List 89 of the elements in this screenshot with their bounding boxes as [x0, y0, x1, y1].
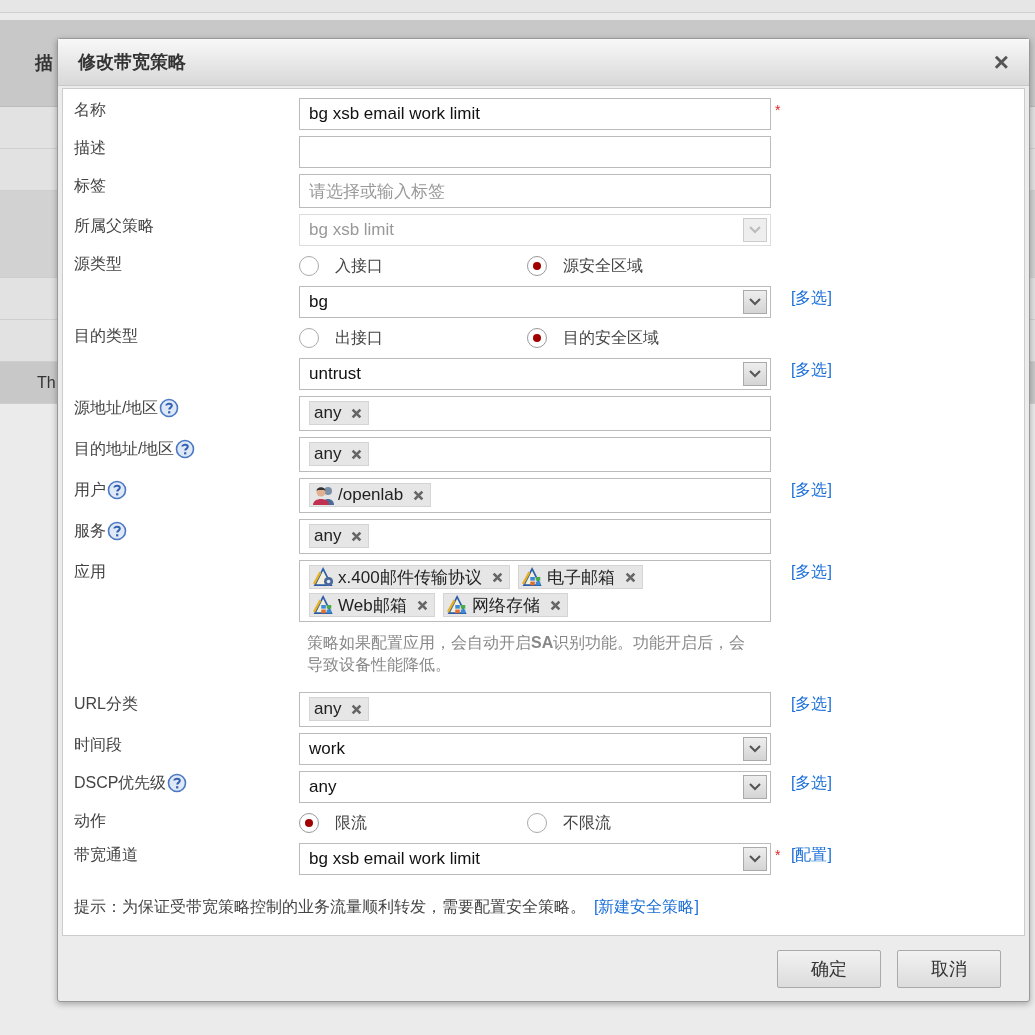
- field-label: DSCP优先级: [74, 773, 167, 793]
- text-input[interactable]: [299, 136, 771, 168]
- help-icon[interactable]: [107, 521, 127, 541]
- radio-button[interactable]: [299, 328, 319, 348]
- hint-text: 提示：为保证受带宽策略控制的业务流量顺利转发，需要配置安全策略。: [74, 897, 586, 917]
- remove-icon[interactable]: [624, 571, 636, 583]
- field-label: 目的类型: [74, 326, 138, 346]
- field-label: 名称: [74, 100, 106, 120]
- radio-button[interactable]: [527, 813, 547, 833]
- tag-input[interactable]: /openlab: [299, 478, 771, 513]
- dialog-title: 修改带宽策略: [78, 50, 186, 74]
- radio-button[interactable]: [527, 256, 547, 276]
- chevron-down-icon[interactable]: [749, 298, 761, 306]
- field-label: 应用: [74, 562, 106, 582]
- multi-select-link[interactable]: [多选]: [791, 774, 832, 791]
- field-label: 用户: [74, 480, 106, 500]
- remove-icon[interactable]: [351, 448, 363, 460]
- multi-select-link[interactable]: [多选]: [791, 481, 832, 498]
- note-text: 策略如果配置应用，会自动开启SA识别功能。功能开启后，会导致设备性能降低。: [306, 633, 747, 675]
- remove-icon[interactable]: [549, 599, 561, 611]
- required-mark: *: [774, 102, 781, 118]
- field-label: 标签: [74, 176, 106, 196]
- multi-select-link[interactable]: [多选]: [791, 289, 832, 306]
- radio-label: 目的安全区域: [563, 327, 659, 348]
- field-label: 源地址/地区: [74, 398, 159, 418]
- help-icon[interactable]: [175, 439, 196, 459]
- dialog-button[interactable]: 确定: [777, 949, 881, 988]
- radio-button[interactable]: [527, 328, 547, 348]
- tag-input[interactable]: any: [299, 396, 771, 431]
- radio-button[interactable]: [299, 813, 319, 833]
- column-header: 描: [35, 52, 53, 75]
- field-label: 所属父策略: [74, 216, 154, 236]
- table-cell: Th: [37, 373, 56, 392]
- text-input[interactable]: bg xsb email work limit: [299, 98, 771, 130]
- tag-chip: 网络存储: [442, 593, 568, 617]
- tag-input[interactable]: any: [299, 437, 771, 472]
- field-label: 源类型: [74, 254, 122, 274]
- field-label: 时间段: [74, 735, 122, 755]
- dropdown[interactable]: work: [299, 733, 771, 765]
- users-icon: [312, 485, 336, 505]
- radio-button[interactable]: [299, 256, 319, 276]
- remove-icon[interactable]: [351, 530, 363, 542]
- new-policy-link[interactable]: [新建安全策略]: [594, 897, 699, 918]
- tag-chip: any: [309, 442, 370, 466]
- tag-input[interactable]: any: [299, 519, 771, 554]
- remove-icon[interactable]: [491, 571, 503, 583]
- multi-select-link[interactable]: [多选]: [791, 695, 832, 712]
- multi-select-link[interactable]: [多选]: [791, 563, 832, 580]
- tag-input[interactable]: any: [299, 692, 771, 727]
- required-mark: *: [774, 847, 781, 863]
- help-icon[interactable]: [107, 480, 127, 500]
- chevron-down-icon[interactable]: [749, 855, 761, 863]
- tag-input[interactable]: x.400邮件传输协议 电子邮箱 Web邮箱 网络存储: [299, 560, 771, 622]
- radio-label: 源安全区域: [563, 255, 643, 276]
- help-icon[interactable]: [167, 773, 188, 793]
- multi-select-link[interactable]: [多选]: [791, 361, 832, 378]
- tag-chip: Web邮箱: [309, 593, 435, 617]
- remove-icon[interactable]: [413, 489, 425, 501]
- dropdown[interactable]: untrust: [299, 358, 771, 390]
- tag-chip: x.400邮件传输协议: [309, 565, 510, 589]
- dropdown[interactable]: bg: [299, 286, 771, 318]
- remove-icon[interactable]: [351, 703, 363, 715]
- radio-label: 入接口: [335, 255, 383, 276]
- field-label: 带宽通道: [74, 845, 138, 865]
- multi-select-link[interactable]: [配置]: [791, 846, 832, 863]
- tag-chip: any: [309, 697, 370, 721]
- close-button[interactable]: ×: [993, 49, 1009, 75]
- dialog-button[interactable]: 取消: [897, 949, 1001, 988]
- field-label: 动作: [74, 811, 106, 831]
- remove-icon[interactable]: [416, 599, 428, 611]
- field-label: 目的地址/地区: [74, 439, 175, 459]
- dropdown[interactable]: any: [299, 771, 771, 803]
- chevron-down-icon[interactable]: [749, 783, 761, 791]
- tag-chip: any: [309, 401, 370, 425]
- radio-label: 限流: [335, 812, 367, 833]
- radio-label: 不限流: [563, 812, 611, 833]
- field-label: 描述: [74, 138, 106, 158]
- radio-label: 出接口: [335, 327, 383, 348]
- chevron-down-icon[interactable]: [749, 745, 761, 753]
- tag-chip: 电子邮箱: [517, 565, 643, 589]
- dropdown[interactable]: bg xsb email work limit: [299, 843, 771, 875]
- tag-chip: /openlab: [309, 483, 432, 507]
- remove-icon[interactable]: [351, 407, 363, 419]
- app-gear-icon: [312, 567, 336, 587]
- field-label: URL分类: [74, 694, 138, 714]
- chevron-down-icon[interactable]: [749, 370, 761, 378]
- field-label: 服务: [74, 521, 106, 541]
- help-icon[interactable]: [159, 398, 180, 418]
- tag-chip: any: [309, 524, 370, 548]
